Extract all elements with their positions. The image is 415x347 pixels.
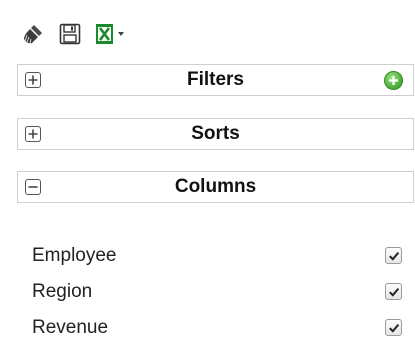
sorts-panel: Sorts <box>17 118 414 150</box>
sorts-title[interactable]: Sorts <box>18 119 413 149</box>
column-label: Revenue <box>32 317 109 338</box>
column-label: Employee <box>32 245 117 266</box>
columns-title[interactable]: Columns <box>18 172 413 202</box>
column-checkbox[interactable] <box>385 319 402 336</box>
column-checkbox[interactable] <box>385 283 402 300</box>
filters-panel: Filters <box>17 64 414 96</box>
excel-export-icon[interactable] <box>94 22 130 46</box>
toolbar <box>21 20 130 48</box>
list-item: Employee <box>32 238 410 274</box>
save-icon[interactable] <box>58 22 82 46</box>
broom-icon[interactable] <box>21 22 45 46</box>
column-checkbox[interactable] <box>385 247 402 264</box>
filters-title[interactable]: Filters <box>18 65 413 95</box>
columns-list: Employee Region Revenue <box>32 238 410 346</box>
add-filter-icon[interactable] <box>384 71 403 90</box>
columns-panel: Columns <box>17 171 414 203</box>
chevron-down-icon <box>118 32 124 36</box>
list-item: Region <box>32 274 410 310</box>
column-label: Region <box>32 281 93 302</box>
list-item: Revenue <box>32 310 410 346</box>
